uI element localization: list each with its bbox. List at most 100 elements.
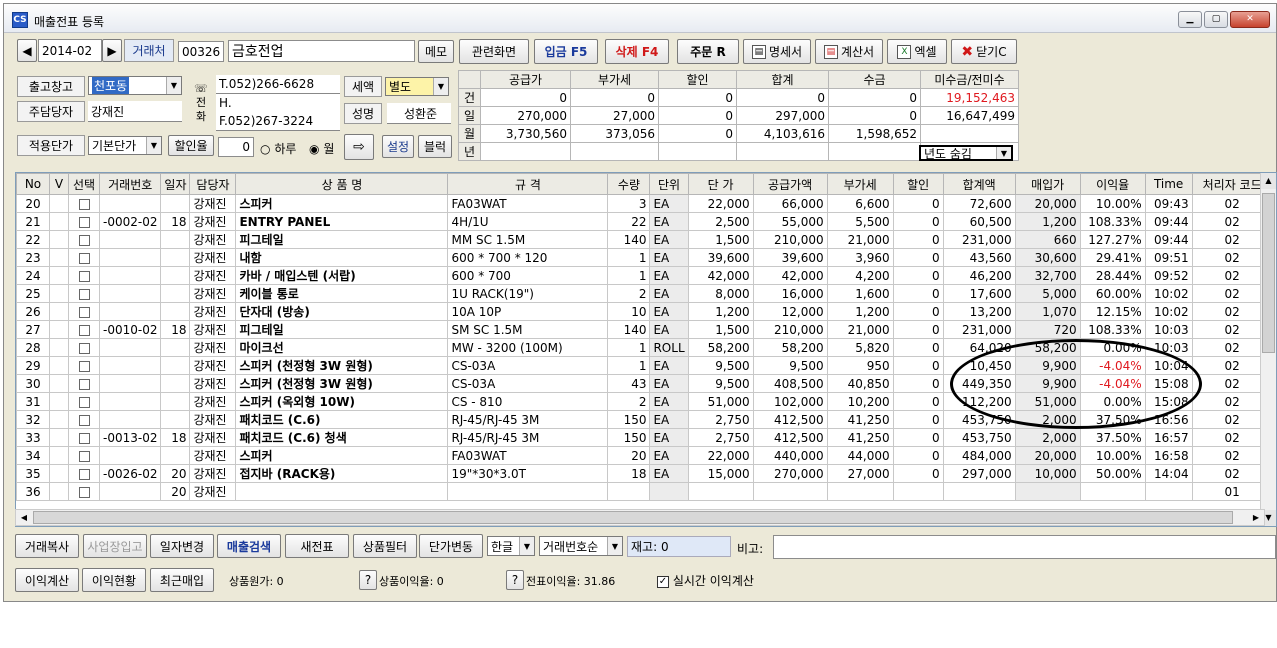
checkbox-icon[interactable] xyxy=(78,288,90,300)
table-cell[interactable] xyxy=(68,374,100,393)
invoice-button[interactable]: ▤ 계산서 xyxy=(815,39,883,64)
table-row[interactable]: 35 -0026-02 20 강재진 접지바 (RACK용) 19"*30*3.0T 18 E… xyxy=(16,464,1273,483)
column-header[interactable]: 선택 xyxy=(68,173,100,195)
hp-field[interactable]: H. xyxy=(216,94,340,113)
checkbox-icon[interactable] xyxy=(78,396,90,408)
scroll-right-icon[interactable]: ▶ xyxy=(1248,510,1264,525)
related-screen-button[interactable]: 관련화면 xyxy=(459,39,529,64)
note-field[interactable] xyxy=(773,535,1276,559)
table-row[interactable]: 24 강재진 카바 / 매입스텐 (서랍) 600 * 700 1 EA 42,000 42,… xyxy=(16,266,1273,285)
horizontal-scrollbar[interactable]: ◀ ▶ xyxy=(15,509,1265,526)
table-row[interactable]: 30 강재진 스피커 (천정형 3W 원형) CS-03A 43 EA 9,500 408,5… xyxy=(16,374,1273,393)
table-row[interactable]: 31 강재진 스피커 (옥외형 10W) CS - 810 2 EA 51,000 102,0… xyxy=(16,392,1273,411)
table-cell[interactable] xyxy=(68,482,100,501)
next-period-button[interactable]: ▶ xyxy=(102,39,122,62)
name-field[interactable]: 성환준 xyxy=(387,103,451,124)
table-cell[interactable] xyxy=(68,230,100,249)
table-row[interactable]: 34 강재진 스피커 FA03WAT 20 EA 22,000 440,000 44,000 0 4… xyxy=(16,446,1273,465)
column-header[interactable]: 할인 xyxy=(892,173,944,195)
column-header[interactable]: 담당자 xyxy=(189,173,237,195)
table-row[interactable]: 28 강재진 마이크선 MW - 3200 (100M) 1 ROLL 58,200 58,2… xyxy=(16,338,1273,357)
table-cell[interactable] xyxy=(68,356,100,375)
column-header[interactable]: 규 격 xyxy=(447,173,609,195)
setting-button[interactable]: 설정 xyxy=(382,135,414,158)
recent-purchase-button[interactable]: 최근매입 xyxy=(150,568,214,592)
column-header[interactable]: No xyxy=(16,173,50,195)
customer-name-field[interactable]: 금호전업 xyxy=(228,40,415,62)
change-date-button[interactable]: 일자변경 xyxy=(150,534,214,558)
column-header[interactable]: 부가세 xyxy=(826,173,894,195)
table-row[interactable]: 22 강재진 피그테일 MM SC 1.5M 140 EA 1,500 210,000 21,0… xyxy=(16,230,1273,249)
profit-calc-button[interactable]: 이익계산 xyxy=(15,568,79,592)
column-header[interactable]: 일자 xyxy=(160,173,191,195)
table-row[interactable]: 23 강재진 내함 600 * 700 * 120 1 EA 39,600 39,600 3,9… xyxy=(16,248,1273,267)
close-window-button[interactable]: ✕ xyxy=(1230,11,1270,28)
help-button[interactable]: ? xyxy=(359,570,377,590)
statement-button[interactable]: ▤ 명세서 xyxy=(743,39,811,64)
delete-button[interactable]: 삭제 F4 xyxy=(605,39,669,64)
column-header[interactable]: 공급가액 xyxy=(752,173,828,195)
column-header[interactable]: 단 가 xyxy=(687,173,754,195)
table-cell[interactable] xyxy=(68,266,100,285)
tax-select[interactable]: 별도 ▼ xyxy=(385,77,449,96)
column-header[interactable]: 합계액 xyxy=(942,173,1016,195)
export-icon-button[interactable]: ⇨ xyxy=(344,134,374,160)
checkbox-icon[interactable] xyxy=(78,270,90,282)
discount-button[interactable]: 할인율 xyxy=(168,135,214,156)
column-header[interactable]: Time xyxy=(1144,173,1193,195)
prev-period-button[interactable]: ◀ xyxy=(17,39,37,62)
deposit-button[interactable]: 입금 F5 xyxy=(534,39,598,64)
table-cell[interactable] xyxy=(68,338,100,357)
checkbox-icon[interactable] xyxy=(78,486,90,498)
scroll-up-icon[interactable]: ▲ xyxy=(1261,173,1276,189)
column-header[interactable]: 단위 xyxy=(649,173,689,195)
block-button[interactable]: 블럭 xyxy=(418,135,452,158)
table-cell[interactable] xyxy=(68,194,100,213)
table-cell[interactable] xyxy=(68,248,100,267)
column-header[interactable]: 매입가 xyxy=(1014,173,1081,195)
checkbox-icon[interactable] xyxy=(78,198,90,210)
table-cell[interactable] xyxy=(68,464,100,483)
order-button[interactable]: 주문 R xyxy=(677,39,739,64)
customer-label[interactable]: 거래처 xyxy=(124,39,174,62)
table-cell[interactable] xyxy=(68,284,100,303)
column-header[interactable]: V xyxy=(49,173,69,195)
sort-select[interactable]: 거래번호순 ▼ xyxy=(539,536,623,556)
fax-field[interactable]: F.052)267-3224 xyxy=(216,112,340,131)
excel-button[interactable]: X 엑셀 xyxy=(887,39,947,64)
price-change-button[interactable]: 단가변동 xyxy=(419,534,483,558)
table-row[interactable]: 26 강재진 단자대 (방송) 10A 10P 10 EA 1,200 12,000 1,200… xyxy=(16,302,1273,321)
table-cell[interactable] xyxy=(68,392,100,411)
table-row[interactable]: 36 20 강재진 01 xyxy=(16,482,1273,501)
profit-status-button[interactable]: 이익현황 xyxy=(82,568,146,592)
maximize-button[interactable]: ▢ xyxy=(1204,11,1228,28)
business-receipt-button[interactable]: 사업장입고 xyxy=(83,534,147,558)
table-row[interactable]: 20 강재진 스피커 FA03WAT 3 EA 22,000 66,000 6,600 0 72,6… xyxy=(16,194,1273,213)
column-header[interactable]: 거래번호 xyxy=(98,173,162,195)
checkbox-icon[interactable] xyxy=(78,234,90,246)
product-filter-button[interactable]: 상품필터 xyxy=(353,534,417,558)
table-cell[interactable] xyxy=(68,428,100,447)
table-row[interactable]: 32 강재진 패치코드 (C.6) RJ-45/RJ-45 3M 150 EA 2,750 4… xyxy=(16,410,1273,429)
checkbox-icon[interactable] xyxy=(78,306,90,318)
scroll-thumb[interactable] xyxy=(33,511,1233,524)
sales-grid[interactable]: No V 선택 거래번호 일자 담당자 상 품 명규 격 수량 단위 단 가 공급가액 부가세 할인 합계… xyxy=(15,172,1277,527)
checkbox-icon[interactable] xyxy=(78,414,90,426)
discount-field[interactable]: 0 xyxy=(218,137,254,157)
table-cell[interactable] xyxy=(68,446,100,465)
memo-button[interactable]: 메모 xyxy=(418,40,454,63)
new-slip-button[interactable]: 새전표 xyxy=(285,534,349,558)
scroll-thumb[interactable] xyxy=(1262,193,1275,353)
customer-code-field[interactable]: 00326 xyxy=(178,41,224,62)
language-select[interactable]: 한글 ▼ xyxy=(487,536,535,556)
copy-transaction-button[interactable]: 거래복사 xyxy=(15,534,79,558)
checkbox-icon[interactable] xyxy=(78,342,90,354)
scroll-left-icon[interactable]: ◀ xyxy=(16,510,32,525)
table-cell[interactable] xyxy=(68,302,100,321)
table-row[interactable]: 25 강재진 케이블 통로 1U RACK(19") 2 EA 8,000 16,000 1,6… xyxy=(16,284,1273,303)
checkbox-icon[interactable] xyxy=(78,450,90,462)
checkbox-icon[interactable] xyxy=(78,216,90,228)
radio-day[interactable]: ○ 하루 xyxy=(260,140,296,157)
checkbox-icon[interactable] xyxy=(78,360,90,372)
minimize-button[interactable]: ▁ xyxy=(1178,11,1202,28)
